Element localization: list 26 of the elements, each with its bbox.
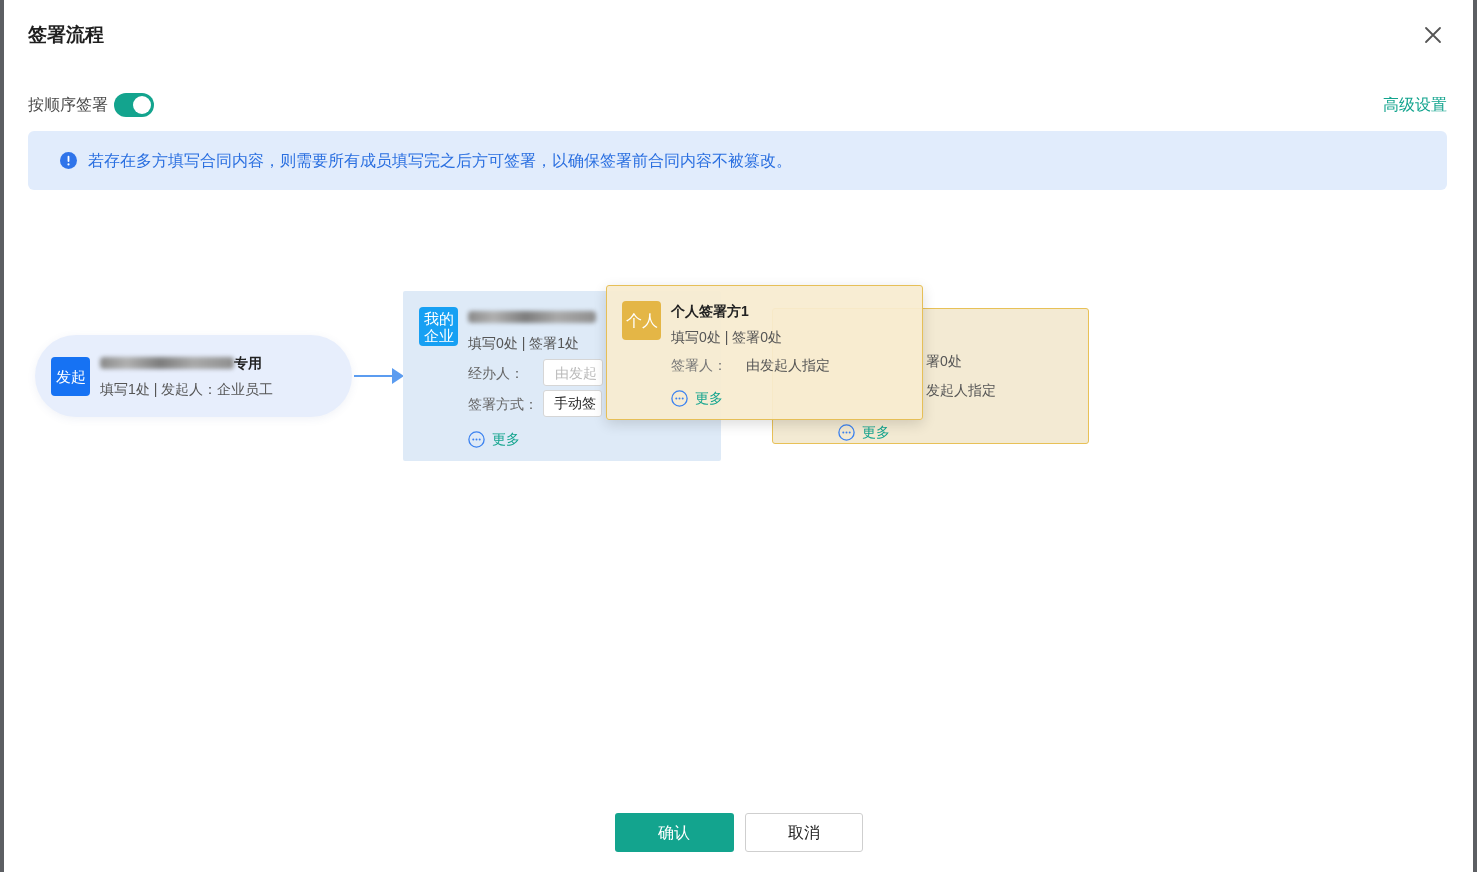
select-field[interactable]: 手动签 (543, 390, 602, 417)
flow-arrow (354, 366, 404, 386)
info-icon (60, 152, 77, 169)
more-icon (468, 430, 485, 448)
node-stats: 填写1处 | 发起人：企业员工 (100, 380, 274, 399)
node-stats: 署0处 (926, 352, 962, 371)
close-icon (1424, 26, 1442, 44)
close-button[interactable] (1424, 26, 1442, 44)
notice-text: 若存在多方填写合同内容，则需要所有成员填写完之后方可签署，以确保签署前合同内容不被篡改。 (88, 150, 792, 171)
node-type-tag: 个人 (622, 301, 661, 340)
cancel-button[interactable]: 取消 (744, 813, 863, 852)
dialog-title: 签署流程 (28, 23, 104, 47)
node-stats: 填写0处 | 签署1处 (468, 334, 580, 353)
initiator-node[interactable]: 发起 专用 填写1处 | 发起人：企业员工 (35, 335, 352, 417)
node-type-tag: 我的企业 (419, 307, 458, 346)
sequential-signing-toggle[interactable] (114, 93, 154, 117)
more-icon (838, 423, 855, 441)
text-input[interactable]: 由发起 (543, 359, 603, 386)
field-label: 经办人： (468, 363, 525, 383)
node-type-tag: 发起 (51, 356, 90, 396)
node-title: 专用 (234, 354, 262, 373)
more-icon (671, 389, 688, 407)
field-label: 签署方式： (468, 394, 539, 414)
signer-value: 发起人指定 (926, 381, 996, 400)
sequential-signing-label: 按顺序签署 (28, 95, 108, 115)
drag-preview-overlay[interactable]: 个人 个人签署方1 填写0处 | 签署0处 签署人： 由发起人指定 更多 (606, 285, 923, 420)
